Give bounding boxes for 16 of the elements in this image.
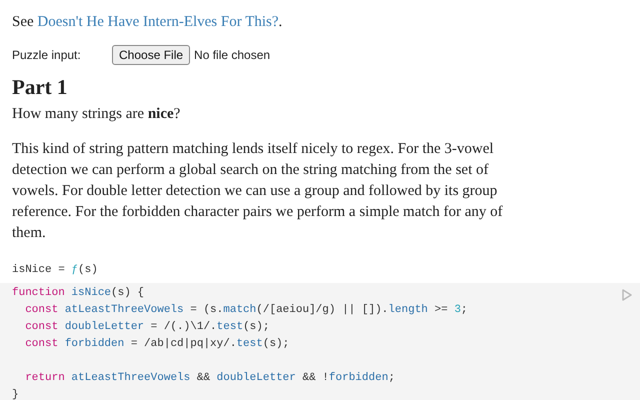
run-icon[interactable] — [622, 289, 632, 301]
code-line: } — [12, 388, 19, 400]
puzzle-link[interactable]: Doesn't He Have Intern-Elves For This? — [37, 14, 279, 30]
code-line: return atLeastThreeVowels && doubleLetter && !forbidden; — [24, 371, 395, 386]
cell-label: isNice = ƒ(s) — [12, 263, 98, 278]
code-line: const forbidden = /ab|cd|pq|xy/.test(s); — [24, 337, 290, 352]
explanation-paragraph: This kind of string pattern matching lends itself nicely to regex. For the 3-vowel detection we can perform a global search on the string matching from the set of vowels. For double letter detection we can use a group and followed by its group reference. For the forbidden character pairs we perform a simple match for any of them. — [12, 140, 504, 243]
section-heading: Part 1 — [12, 75, 68, 100]
file-status: No file chosen — [194, 48, 270, 62]
input-label: Puzzle input: — [12, 48, 82, 62]
code-line: const doubleLetter = /(.)\1/.test(s); — [24, 320, 270, 335]
question-text: How many strings are nice? — [12, 105, 182, 124]
code-line: function isNice(s) { — [12, 286, 144, 301]
choose-file-button[interactable]: Choose File — [112, 45, 190, 65]
code-line: const atLeastThreeVowels = (s.match(/[aeiou]/g) || []).length >= 3; — [24, 303, 468, 318]
intro-text: See Doesn't He Have Intern-Elves For This?. — [12, 13, 284, 32]
